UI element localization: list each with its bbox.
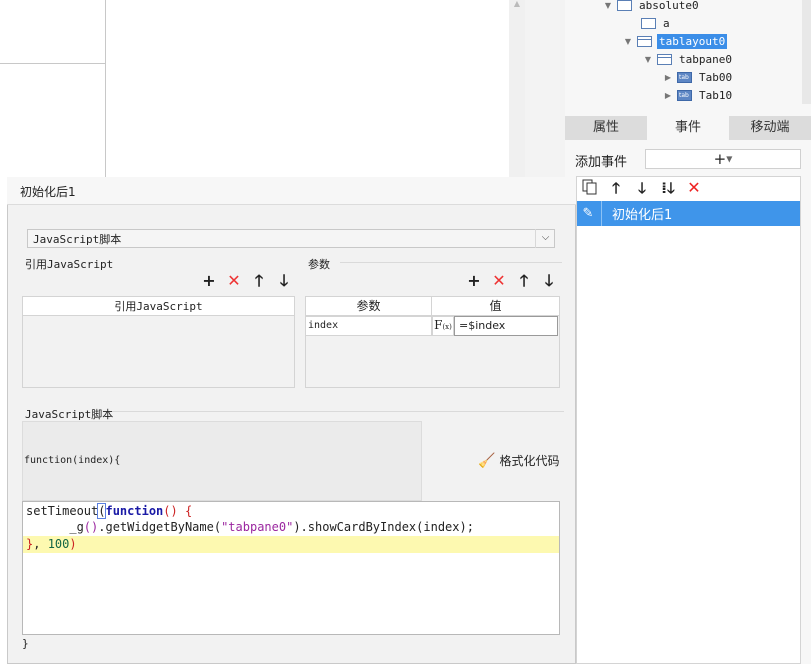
arrow-down-icon[interactable]: 🡓 (542, 273, 556, 289)
add-icon[interactable]: + (467, 273, 481, 289)
tree-item-absolute0[interactable]: ▼ absolute0 (603, 0, 701, 14)
delete-icon[interactable]: ✕ (686, 179, 702, 197)
ref-js-label: 引用JavaScript (25, 258, 114, 271)
event-toolbar: 🡑 🡓 ⁞🡓 ✕ (582, 178, 702, 198)
code-line[interactable]: setTimeout(function() { (26, 503, 192, 520)
param-value-input[interactable]: =$index (454, 316, 558, 336)
canvas-widget[interactable] (0, 64, 106, 180)
tree-item-tab10[interactable]: ▶ Tab10 (663, 86, 734, 104)
canvas-scrollbar[interactable] (509, 0, 525, 180)
scroll-up-icon[interactable]: ▲ (511, 0, 523, 8)
event-item[interactable]: ✎ 初始化后1 (577, 201, 800, 226)
code-line[interactable]: _g().getWidgetByName("tabpane0").showCar… (26, 519, 474, 536)
tree-scrollbar[interactable] (802, 0, 811, 104)
arrow-up-icon[interactable]: 🡑 (517, 273, 531, 289)
tab-events[interactable]: 事件 (647, 116, 729, 140)
code-line[interactable]: }, 100) (26, 536, 77, 553)
tab-layout-icon (637, 35, 652, 47)
tab-properties[interactable]: 属性 (565, 116, 647, 140)
tab-icon (677, 89, 692, 101)
arrow-up-icon[interactable]: 🡑 (608, 179, 624, 197)
tree-item-label: tablayout0 (657, 33, 728, 49)
param-name-cell[interactable]: index (305, 316, 432, 336)
expand-arrow-icon[interactable]: ▼ (643, 55, 653, 64)
move-bottom-icon[interactable]: ⁞🡓 (660, 179, 676, 197)
expand-arrow-icon[interactable]: ▼ (623, 37, 633, 46)
plus-icon: + (713, 150, 727, 168)
ref-js-column-header: 引用JavaScript (22, 296, 295, 316)
function-signature: function(index){ (24, 455, 121, 466)
tree-item-label: a (663, 16, 670, 30)
function-footer: } (22, 637, 29, 650)
arrow-down-icon[interactable]: 🡓 (277, 273, 291, 289)
copy-icon[interactable] (582, 179, 598, 197)
tab-pane-icon (657, 53, 672, 65)
chevron-down-icon[interactable]: ⌵ (535, 229, 555, 248)
tree-item-a[interactable]: a (627, 14, 672, 32)
property-tabs: 属性 事件 移动端 (565, 116, 811, 140)
collapse-arrow-icon[interactable]: ▶ (663, 73, 673, 82)
collapse-arrow-icon[interactable]: ▶ (663, 91, 673, 100)
dropdown-caret-icon: ▼ (726, 154, 733, 164)
absolute-layout-icon (617, 0, 632, 11)
tree-item-tabpane0[interactable]: ▼ tabpane0 (643, 50, 734, 68)
delete-icon[interactable]: ✕ (227, 273, 241, 289)
tree-item-label: absolute0 (639, 0, 699, 12)
label-widget-icon (641, 17, 656, 29)
expand-arrow-icon[interactable]: ▼ (603, 1, 613, 10)
broom-icon: 🧹 (478, 452, 496, 469)
tree-item-label: tabpane0 (679, 52, 732, 66)
tab-mobile[interactable]: 移动端 (729, 116, 811, 140)
script-type-value: JavaScript脚本 (33, 233, 122, 246)
arrow-down-icon[interactable]: 🡓 (634, 179, 650, 197)
delete-icon[interactable]: ✕ (492, 273, 506, 289)
dialog-title: 初始化后1 (20, 185, 76, 199)
tree-item-tablayout0[interactable]: ▼ tablayout0 (623, 32, 728, 50)
event-item-label: 初始化后1 (612, 208, 673, 223)
param-column-header: 参数 (305, 296, 432, 316)
event-list (576, 176, 801, 664)
current-line-highlight (23, 536, 559, 553)
formula-icon[interactable]: F(x) (432, 316, 454, 336)
tree-item-label: Tab10 (699, 88, 733, 102)
format-code-button[interactable]: 🧹 格式化代码 (478, 452, 559, 469)
arrow-up-icon[interactable]: 🡑 (252, 273, 266, 289)
pencil-icon: ✎ (582, 206, 594, 221)
tree-item-tab00[interactable]: ▶ Tab00 (663, 68, 734, 86)
add-event-button[interactable]: +▼ (645, 149, 801, 169)
panel-divider (525, 0, 565, 180)
add-event-label: 添加事件 (575, 155, 628, 170)
format-code-label: 格式化代码 (499, 454, 560, 468)
value-column-header: 值 (431, 296, 560, 316)
params-label: 参数 (308, 258, 330, 271)
tree-item-label: Tab00 (699, 70, 733, 84)
dialog-header (7, 177, 576, 205)
add-icon[interactable]: + (202, 273, 216, 289)
canvas-widget[interactable] (0, 0, 106, 64)
tab-icon (677, 71, 692, 83)
js-script-label: JavaScript脚本 (25, 408, 114, 421)
